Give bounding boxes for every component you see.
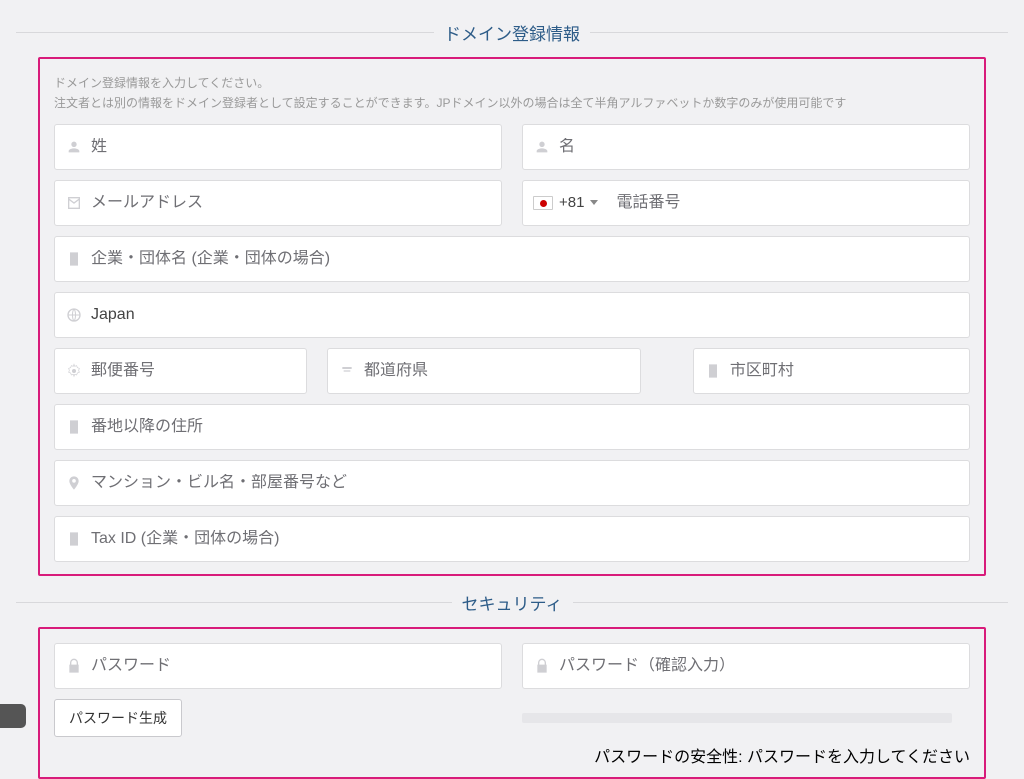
prefecture-field	[327, 348, 641, 394]
company-field	[54, 236, 970, 282]
person-icon	[65, 139, 83, 155]
email-field	[54, 180, 502, 226]
domain-registration-box: ドメイン登録情報を入力してください。 注文者とは別の情報をドメイン登録者として設…	[38, 57, 986, 576]
city-field	[693, 348, 970, 394]
chevron-down-icon	[590, 200, 598, 205]
security-section-title: セキュリティ	[452, 590, 573, 615]
building-icon	[65, 419, 83, 435]
badge-icon	[338, 363, 356, 379]
password-confirm-field	[522, 643, 970, 689]
gear-icon	[65, 363, 83, 379]
country-field	[54, 292, 970, 338]
domain-description: ドメイン登録情報を入力してください。 注文者とは別の情報をドメイン登録者として設…	[54, 73, 970, 114]
building-icon	[65, 531, 83, 547]
mail-icon	[65, 195, 83, 211]
firstname-field	[522, 124, 970, 170]
lock-icon	[65, 658, 83, 674]
prefecture-input[interactable]	[364, 362, 632, 380]
lock-icon	[533, 658, 551, 674]
address-field	[54, 404, 970, 450]
person-icon	[533, 139, 551, 155]
building-field	[54, 460, 970, 506]
taxid-field	[54, 516, 970, 562]
japan-flag-icon	[533, 196, 553, 210]
phone-input[interactable]	[616, 194, 961, 212]
address-input[interactable]	[91, 418, 961, 436]
phone-field: +81	[522, 180, 970, 226]
domain-section-title: ドメイン登録情報	[434, 20, 590, 45]
building-input[interactable]	[91, 474, 961, 492]
lastname-field	[54, 124, 502, 170]
postal-input[interactable]	[91, 362, 298, 380]
password-input[interactable]	[91, 657, 493, 675]
pin-icon	[65, 475, 83, 491]
generate-password-button[interactable]: パスワード生成	[54, 699, 182, 737]
password-field	[54, 643, 502, 689]
email-input[interactable]	[91, 194, 493, 212]
postal-field	[54, 348, 307, 394]
password-strength-bar	[522, 713, 952, 723]
corner-tab[interactable]	[0, 704, 26, 728]
country-input[interactable]	[91, 306, 961, 324]
security-box: パスワード生成 パスワードの安全性: パスワードを入力してください	[38, 627, 986, 779]
company-input[interactable]	[91, 250, 961, 268]
taxid-input[interactable]	[91, 530, 961, 548]
city-input[interactable]	[730, 362, 961, 380]
phone-country-code: +81	[559, 194, 584, 211]
lastname-input[interactable]	[91, 138, 493, 156]
password-strength-label: パスワードの安全性: パスワードを入力してください	[594, 749, 970, 766]
building-icon	[704, 363, 722, 379]
country-code-selector[interactable]: +81	[533, 194, 608, 211]
globe-icon	[65, 307, 83, 323]
password-confirm-input[interactable]	[559, 657, 961, 675]
building-icon	[65, 251, 83, 267]
firstname-input[interactable]	[559, 138, 961, 156]
